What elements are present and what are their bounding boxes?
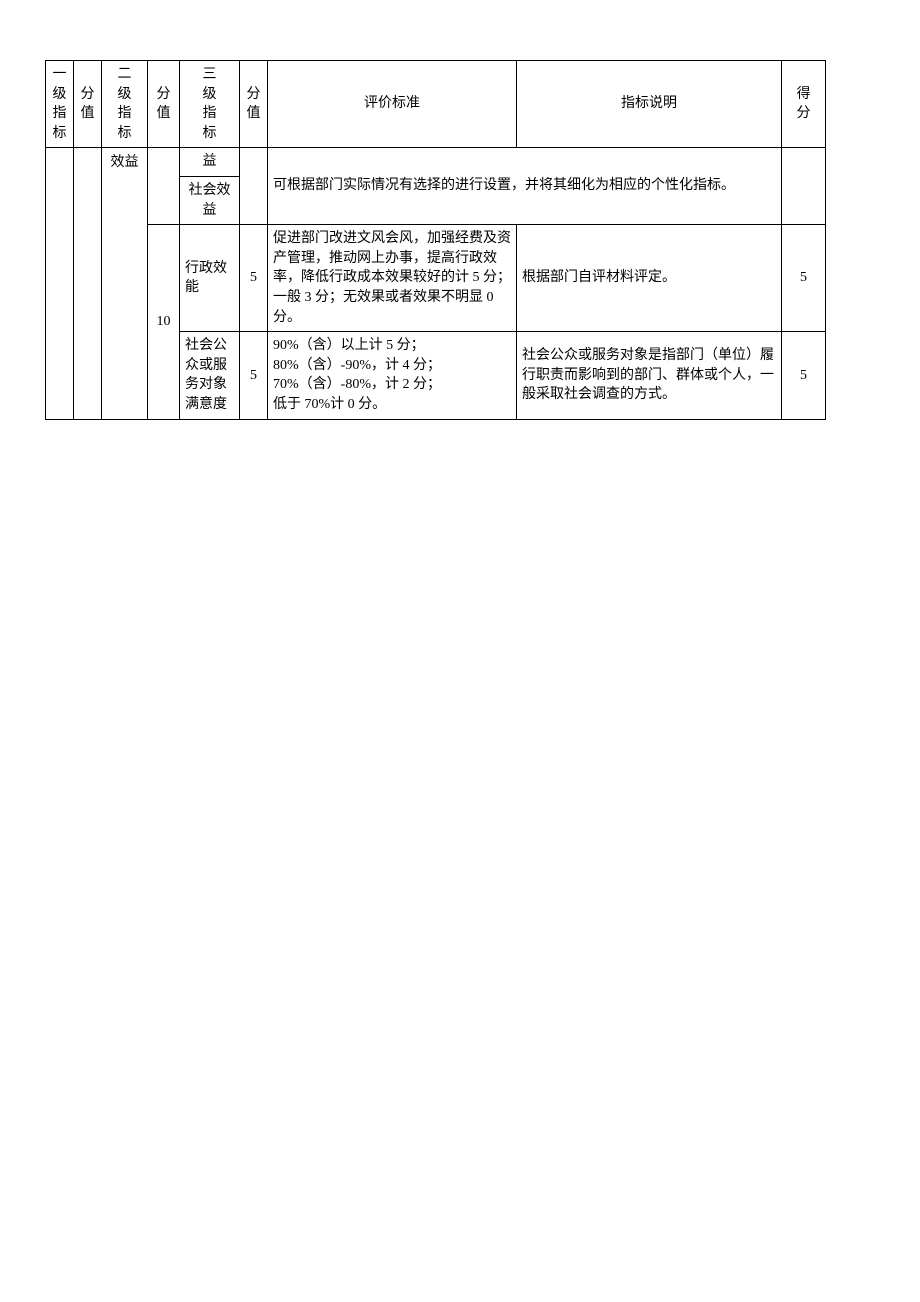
cell-score1-empty — [74, 148, 102, 419]
cell-criteria: 90%（含）以上计 5 分； 80%（含）-90%，计 4 分； 70%（含）-… — [268, 332, 517, 419]
cell-explanation: 社会公众或服务对象是指部门（单位）履行职责而影响到的部门、群体或个人，一般采取社… — [517, 332, 782, 419]
cell-result: 5 — [782, 332, 826, 419]
cell-explanation: 根据部门自评材料评定。 — [517, 225, 782, 332]
header-level1: 一级指标 — [46, 61, 74, 148]
header-score2: 分值 — [148, 61, 180, 148]
cell-level3: 社会公众或服务对象满意度 — [180, 332, 240, 419]
table-header-row: 一级指标 分值 二级指标 分值 三级指标 分值 评价标准 指标说明 得分 — [46, 61, 826, 148]
cell-level2-cont — [102, 176, 148, 419]
cell-score2-empty — [148, 148, 180, 225]
cell-level3: 益 — [180, 148, 240, 177]
header-criteria: 评价标准 — [268, 61, 517, 148]
cell-score2: 10 — [148, 225, 180, 419]
header-score1: 分值 — [74, 61, 102, 148]
cell-score3-empty — [240, 148, 268, 225]
cell-score3: 5 — [240, 225, 268, 332]
evaluation-table: 一级指标 分值 二级指标 分值 三级指标 分值 评价标准 指标说明 得分 效益 … — [45, 60, 826, 420]
cell-level3: 社会效益 — [180, 176, 240, 224]
header-level2: 二级指标 — [102, 61, 148, 148]
cell-criteria: 促进部门改进文风会风，加强经费及资产管理，推动网上办事，提高行政效率，降低行政成… — [268, 225, 517, 332]
header-level3: 三级指标 — [180, 61, 240, 148]
cell-level1-empty — [46, 148, 74, 419]
cell-level3: 行政效能 — [180, 225, 240, 332]
cell-score3: 5 — [240, 332, 268, 419]
cell-result-empty — [782, 148, 826, 225]
header-score3: 分值 — [240, 61, 268, 148]
table-row: 10 行政效能 5 促进部门改进文风会风，加强经费及资产管理，推动网上办事，提高… — [46, 225, 826, 332]
header-explanation: 指标说明 — [517, 61, 782, 148]
cell-result: 5 — [782, 225, 826, 332]
cell-merged-criteria-explanation: 可根据部门实际情况有选择的进行设置，并将其细化为相应的个性化指标。 — [268, 148, 782, 225]
header-result: 得分 — [782, 61, 826, 148]
table-row: 效益 益 可根据部门实际情况有选择的进行设置，并将其细化为相应的个性化指标。 — [46, 148, 826, 177]
cell-level2: 效益 — [102, 148, 148, 177]
